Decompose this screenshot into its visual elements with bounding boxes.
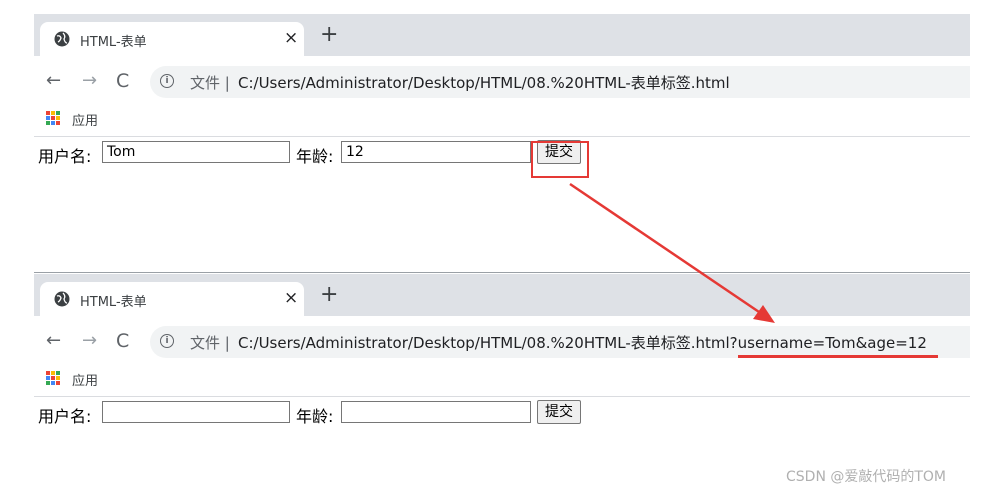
- watermark: CSDN @爱敲代码的TOM: [786, 469, 947, 485]
- annotation-arrow: [569, 182, 775, 323]
